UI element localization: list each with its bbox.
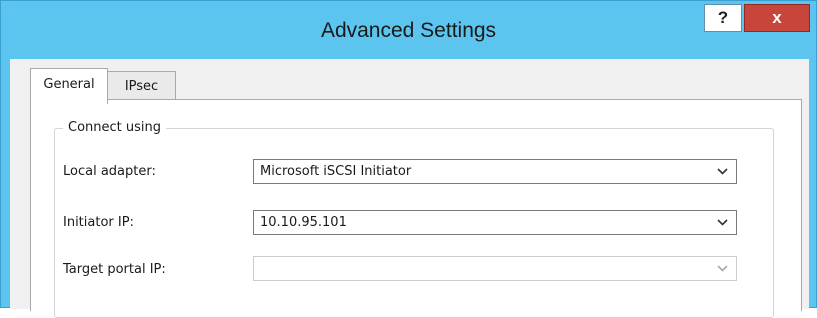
- close-button[interactable]: x: [744, 4, 810, 32]
- target-portal-ip-dropdown[interactable]: [253, 256, 737, 281]
- chevron-down-icon: [717, 160, 728, 183]
- connect-using-group: Connect using Local adapter: Microsoft i…: [54, 120, 774, 318]
- group-label: Connect using: [63, 120, 166, 135]
- tab-panel-general: Connect using Local adapter: Microsoft i…: [30, 99, 802, 318]
- target-portal-ip-label: Target portal IP:: [63, 262, 166, 277]
- initiator-ip-dropdown[interactable]: 10.10.95.101: [253, 210, 737, 235]
- chevron-down-icon: [717, 211, 728, 234]
- tab-general[interactable]: General: [30, 68, 108, 104]
- chevron-down-icon: [717, 257, 728, 280]
- local-adapter-dropdown[interactable]: Microsoft iSCSI Initiator: [253, 159, 737, 184]
- tab-ipsec[interactable]: IPsec: [108, 71, 176, 101]
- dialog-client-area: General IPsec Connect using Local adapte…: [10, 59, 809, 318]
- local-adapter-value: Microsoft iSCSI Initiator: [260, 164, 412, 179]
- help-button[interactable]: ?: [704, 4, 742, 32]
- local-adapter-label: Local adapter:: [63, 164, 156, 179]
- title-bar[interactable]: Advanced Settings ? x: [1, 1, 816, 59]
- initiator-ip-label: Initiator IP:: [63, 215, 134, 230]
- initiator-ip-value: 10.10.95.101: [260, 215, 347, 230]
- advanced-settings-dialog: Advanced Settings ? x General IPsec Conn…: [0, 0, 817, 318]
- dialog-title: Advanced Settings: [320, 19, 497, 42]
